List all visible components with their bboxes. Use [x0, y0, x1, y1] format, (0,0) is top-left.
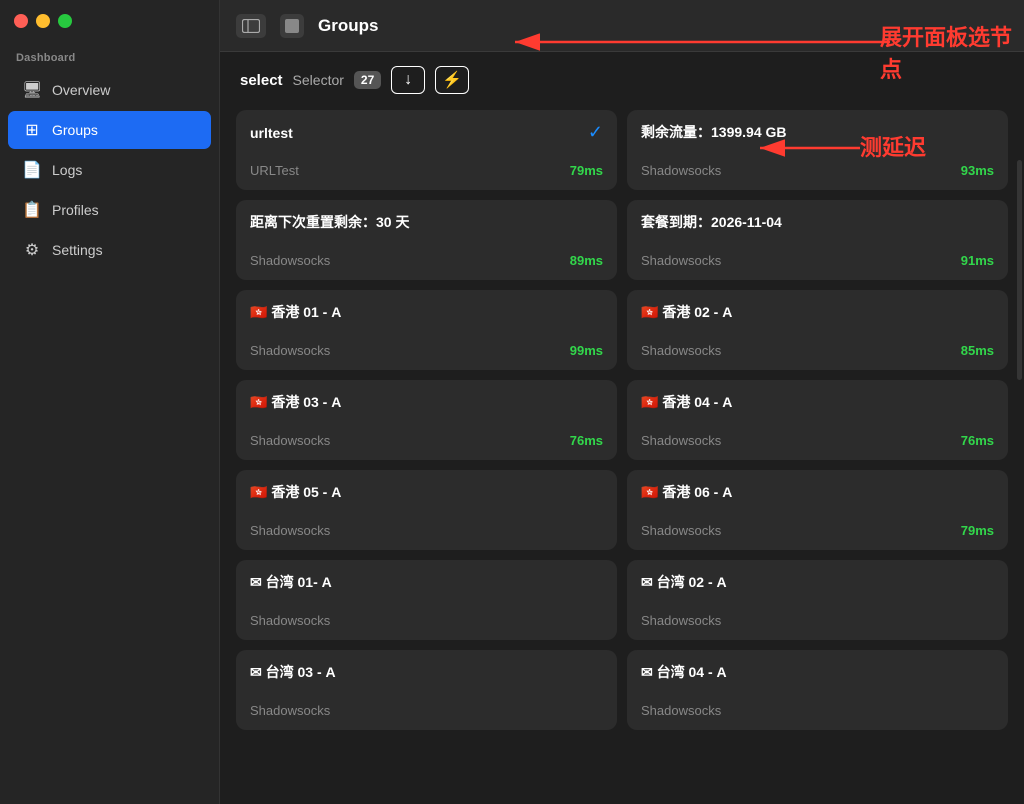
- sidebar: Dashboard 🖥 Overview ⊞ Groups 📄 Logs 📋 P…: [0, 0, 220, 804]
- node-type-node-days: Shadowsocks: [250, 253, 330, 268]
- node-type-node-tw01: Shadowsocks: [250, 613, 330, 628]
- node-type-node-hk05: Shadowsocks: [250, 523, 330, 538]
- node-type-node-expire: Shadowsocks: [641, 253, 721, 268]
- node-card-node-hk01[interactable]: 🇭🇰 香港 01 - A Shadowsocks 99ms: [236, 290, 617, 370]
- sidebar-item-label-settings: Settings: [52, 242, 103, 258]
- traffic-light-yellow[interactable]: [36, 14, 50, 28]
- node-card-node-urltest[interactable]: urltest ✓ URLTest 79ms: [236, 110, 617, 190]
- latency-test-button[interactable]: ⚡: [435, 66, 469, 94]
- node-name-node-expire: 套餐到期：2026-11-04: [641, 212, 782, 232]
- node-card-node-days[interactable]: 距离下次重置剩余：30 天 Shadowsocks 89ms: [236, 200, 617, 280]
- node-name-node-tw04: ✉ 台湾 04 - A: [641, 662, 727, 682]
- node-card-node-tw04[interactable]: ✉ 台湾 04 - A Shadowsocks: [627, 650, 1008, 730]
- annotation-panel-text: 展开面板选节点: [880, 20, 1024, 84]
- download-icon: ↓: [404, 71, 412, 89]
- node-latency-node-hk01: 99ms: [570, 343, 603, 358]
- sidebar-item-profiles[interactable]: 📋 Profiles: [8, 191, 211, 229]
- node-type-node-urltest: URLTest: [250, 163, 299, 178]
- sidebar-item-label-profiles: Profiles: [52, 202, 99, 218]
- lightning-icon: ⚡: [442, 70, 462, 90]
- node-latency-node-expire: 91ms: [961, 253, 994, 268]
- node-latency-node-hk04: 76ms: [961, 433, 994, 448]
- nodes-grid: urltest ✓ URLTest 79ms 剩余流量：1399.94 GB Shadow…: [220, 104, 1024, 804]
- sidebar-item-groups[interactable]: ⊞ Groups: [8, 111, 211, 149]
- node-latency-node-hk06: 79ms: [961, 523, 994, 538]
- select-label: select: [240, 72, 283, 89]
- node-type-node-tw04: Shadowsocks: [641, 703, 721, 718]
- node-card-node-hk06[interactable]: 🇭🇰 香港 06 - A Shadowsocks 79ms: [627, 470, 1008, 550]
- download-speed-button[interactable]: ↓: [391, 66, 425, 94]
- node-type-node-hk02: Shadowsocks: [641, 343, 721, 358]
- node-type-node-tw03: Shadowsocks: [250, 703, 330, 718]
- node-name-node-urltest: urltest: [250, 125, 293, 141]
- node-name-node-tw02: ✉ 台湾 02 - A: [641, 572, 727, 592]
- sidebar-item-overview[interactable]: 🖥 Overview: [8, 71, 211, 109]
- node-latency-node-hk03: 76ms: [570, 433, 603, 448]
- traffic-light-red[interactable]: [14, 14, 28, 28]
- overview-icon: 🖥: [22, 80, 42, 100]
- node-name-node-hk02: 🇭🇰 香港 02 - A: [641, 302, 732, 322]
- node-card-node-expire[interactable]: 套餐到期：2026-11-04 Shadowsocks 91ms: [627, 200, 1008, 280]
- node-type-node-hk03: Shadowsocks: [250, 433, 330, 448]
- sidebar-section-label: Dashboard: [0, 40, 219, 70]
- node-type-node-hk06: Shadowsocks: [641, 523, 721, 538]
- node-name-node-traffic: 剩余流量：1399.94 GB: [641, 122, 787, 142]
- node-card-node-hk05[interactable]: 🇭🇰 香港 05 - A Shadowsocks: [236, 470, 617, 550]
- sidebar-item-label-groups: Groups: [52, 122, 98, 138]
- traffic-light-green[interactable]: [58, 14, 72, 28]
- node-card-node-hk03[interactable]: 🇭🇰 香港 03 - A Shadowsocks 76ms: [236, 380, 617, 460]
- node-selected-check: ✓: [588, 122, 603, 143]
- selector-label: Selector: [293, 72, 344, 88]
- node-latency-node-hk02: 85ms: [961, 343, 994, 358]
- node-name-node-days: 距离下次重置剩余：30 天: [250, 212, 409, 232]
- node-name-node-hk06: 🇭🇰 香港 06 - A: [641, 482, 732, 502]
- node-type-node-hk04: Shadowsocks: [641, 433, 721, 448]
- sidebar-item-logs[interactable]: 📄 Logs: [8, 151, 211, 189]
- node-latency-node-traffic: 93ms: [961, 163, 994, 178]
- square-button[interactable]: [280, 14, 304, 38]
- node-card-node-tw03[interactable]: ✉ 台湾 03 - A Shadowsocks: [236, 650, 617, 730]
- logs-icon: 📄: [22, 160, 42, 180]
- profiles-icon: 📋: [22, 200, 42, 220]
- settings-icon: ⚙: [22, 240, 42, 260]
- node-type-node-traffic: Shadowsocks: [641, 163, 721, 178]
- panel-toggle-button[interactable]: [236, 14, 266, 38]
- main-content: Groups select Selector 27 ↓ ⚡ urltest✓UR…: [220, 0, 1024, 804]
- node-name-node-tw03: ✉ 台湾 03 - A: [250, 662, 336, 682]
- node-type-node-tw02: Shadowsocks: [641, 613, 721, 628]
- node-name-node-hk05: 🇭🇰 香港 05 - A: [250, 482, 341, 502]
- node-card-node-tw01[interactable]: ✉ 台湾 01- A Shadowsocks: [236, 560, 617, 640]
- node-type-node-hk01: Shadowsocks: [250, 343, 330, 358]
- traffic-lights: [14, 14, 72, 28]
- annotation-latency-text: 测延迟: [860, 130, 926, 162]
- node-name-node-hk03: 🇭🇰 香港 03 - A: [250, 392, 341, 412]
- node-name-node-tw01: ✉ 台湾 01- A: [250, 572, 332, 592]
- scrollbar-thumb[interactable]: [1017, 160, 1022, 380]
- node-card-node-traffic[interactable]: 剩余流量：1399.94 GB Shadowsocks 93ms: [627, 110, 1008, 190]
- groups-icon: ⊞: [22, 120, 42, 140]
- node-latency-node-urltest: 79ms: [570, 163, 603, 178]
- node-latency-node-days: 89ms: [570, 253, 603, 268]
- node-name-node-hk04: 🇭🇰 香港 04 - A: [641, 392, 732, 412]
- node-card-node-hk02[interactable]: 🇭🇰 香港 02 - A Shadowsocks 85ms: [627, 290, 1008, 370]
- node-card-node-hk04[interactable]: 🇭🇰 香港 04 - A Shadowsocks 76ms: [627, 380, 1008, 460]
- node-card-node-tw02[interactable]: ✉ 台湾 02 - A Shadowsocks: [627, 560, 1008, 640]
- node-name-node-hk01: 🇭🇰 香港 01 - A: [250, 302, 341, 322]
- sidebar-item-label-logs: Logs: [52, 162, 82, 178]
- sidebar-item-label-overview: Overview: [52, 82, 110, 98]
- node-count-badge: 27: [354, 71, 381, 89]
- sidebar-item-settings[interactable]: ⚙ Settings: [8, 231, 211, 269]
